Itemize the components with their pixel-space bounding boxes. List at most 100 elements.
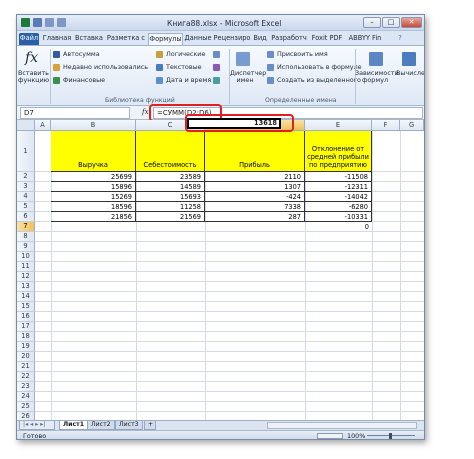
insert-sheet-icon[interactable]: + — [144, 421, 156, 430]
tab-abbyy[interactable]: ABBYY Fin — [345, 33, 385, 45]
view-buttons[interactable] — [317, 433, 343, 439]
column-header-b[interactable]: B — [51, 120, 136, 131]
tab-foxit[interactable]: Foxit PDF — [310, 33, 344, 45]
insert-function-fx-icon[interactable]: fx — [142, 108, 149, 116]
row-header-25[interactable]: 25 — [17, 402, 35, 412]
row-header-11[interactable]: 11 — [17, 262, 35, 272]
row-header-16[interactable]: 16 — [17, 312, 35, 322]
row-header-4[interactable]: 4 — [17, 192, 35, 202]
zoom-slider-thumb[interactable] — [389, 433, 392, 439]
cell-d3[interactable]: 1307 — [205, 182, 305, 192]
math-icon[interactable] — [213, 64, 220, 71]
row-header-21[interactable]: 21 — [17, 362, 35, 372]
row-header-19[interactable]: 19 — [17, 342, 35, 352]
more-functions-icon[interactable] — [213, 77, 220, 84]
logical-button[interactable]: Логические — [166, 50, 205, 58]
row-header-9[interactable]: 9 — [17, 242, 35, 252]
row-header-12[interactable]: 12 — [17, 272, 35, 282]
cell-c6[interactable]: 21569 — [136, 212, 205, 222]
tab-review[interactable]: Рецензиро — [213, 33, 251, 45]
cell-b3[interactable]: 15896 — [51, 182, 136, 192]
header-revenue[interactable]: Выручка — [51, 131, 136, 172]
cell-c3[interactable]: 14589 — [136, 182, 205, 192]
cell-e2[interactable]: -11508 — [305, 172, 372, 182]
row-header-23[interactable]: 23 — [17, 382, 35, 392]
row-header-24[interactable]: 24 — [17, 392, 35, 402]
row-header-1[interactable]: 1 — [17, 131, 35, 172]
cell-d6[interactable]: 287 — [205, 212, 305, 222]
row-header-14[interactable]: 14 — [17, 292, 35, 302]
cell-e3[interactable]: -12311 — [305, 182, 372, 192]
minimize-button[interactable]: – — [363, 17, 381, 28]
cell-d2[interactable]: 2110 — [205, 172, 305, 182]
worksheet-grid[interactable]: A B C D E F G Выручка Себестоимость Приб… — [17, 120, 424, 420]
cell-e4[interactable]: -14042 — [305, 192, 372, 202]
tab-page-layout[interactable]: Разметка с — [105, 33, 147, 45]
undo-icon[interactable] — [45, 18, 54, 27]
tab-file[interactable]: Файл — [19, 33, 39, 45]
create-from-selection-button[interactable]: Создать из выделенного — [277, 76, 361, 84]
cell-e7[interactable]: 0 — [305, 222, 372, 232]
column-header-a[interactable]: A — [35, 120, 51, 131]
sheet-tab-3[interactable]: Лист3 — [115, 421, 143, 430]
cell-e5[interactable]: -6280 — [305, 202, 372, 212]
tab-developer[interactable]: Разработч — [269, 33, 309, 45]
cell-b4[interactable]: 15269 — [51, 192, 136, 202]
column-header-f[interactable]: F — [372, 120, 400, 131]
row-header-7[interactable]: 7 — [17, 222, 35, 232]
row-header-5[interactable]: 5 — [17, 202, 35, 212]
cell-d4[interactable]: -424 — [205, 192, 305, 202]
row-header-10[interactable]: 10 — [17, 252, 35, 262]
tab-insert[interactable]: Вставка — [74, 33, 104, 45]
name-manager-button[interactable]: Диспетчер имен — [230, 70, 266, 84]
tab-view[interactable]: Вид — [252, 33, 268, 45]
text-functions-button[interactable]: Текстовые — [166, 63, 202, 71]
restore-button[interactable]: □ — [382, 17, 400, 28]
cell-e6[interactable]: -10331 — [305, 212, 372, 222]
insert-function-button[interactable]: Вставить функцию — [18, 70, 49, 84]
row-header-22[interactable]: 22 — [17, 372, 35, 382]
sheet-tab-1[interactable]: Лист1 — [59, 421, 89, 430]
column-header-g[interactable]: G — [400, 120, 424, 131]
assign-name-button[interactable]: Присвоить имя — [277, 50, 328, 58]
row-header-20[interactable]: 20 — [17, 352, 35, 362]
header-profit[interactable]: Прибыль — [205, 131, 305, 172]
tab-home[interactable]: Главная — [41, 33, 73, 45]
close-button[interactable]: ✕ — [401, 17, 422, 28]
column-header-e[interactable]: E — [305, 120, 372, 131]
row-header-8[interactable]: 8 — [17, 232, 35, 242]
datetime-button[interactable]: Дата и время — [166, 76, 211, 84]
row-header-26[interactable]: 26 — [17, 412, 35, 420]
tab-formulas[interactable]: Формулы — [148, 33, 183, 45]
excel-app-icon[interactable] — [21, 18, 30, 27]
cell-c4[interactable]: 15693 — [136, 192, 205, 202]
row-header-2[interactable]: 2 — [17, 172, 35, 182]
recent-functions-button[interactable]: Недавно использовались — [63, 63, 148, 71]
row-header-3[interactable]: 3 — [17, 182, 35, 192]
tab-data[interactable]: Данные — [184, 33, 212, 45]
cell-c5[interactable]: 11258 — [136, 202, 205, 212]
dependencies-button[interactable]: Зависимости формул — [355, 70, 399, 84]
help-icon[interactable]: ? — [395, 33, 405, 45]
name-box[interactable]: D7 — [20, 107, 130, 119]
cell-b5[interactable]: 18596 — [51, 202, 136, 212]
row-header-17[interactable]: 17 — [17, 322, 35, 332]
calculation-button[interactable]: Вычисление — [396, 70, 424, 77]
save-icon[interactable] — [33, 18, 42, 27]
header-cost[interactable]: Себестоимость — [136, 131, 205, 172]
sheet-tab-2[interactable]: Лист2 — [87, 421, 115, 430]
cell-b2[interactable]: 25699 — [51, 172, 136, 182]
header-deviation[interactable]: Отклонение от средней прибыли по предпри… — [305, 131, 372, 172]
select-all-corner[interactable] — [17, 120, 35, 131]
cell-b6[interactable]: 21856 — [51, 212, 136, 222]
cell-c2[interactable]: 23589 — [136, 172, 205, 182]
use-in-formula-button[interactable]: Использовать в формуле — [277, 63, 362, 71]
sheet-nav-arrows[interactable]: |◂ ◂ ▸ ▸| — [19, 421, 55, 430]
cell-d5[interactable]: 7338 — [205, 202, 305, 212]
financial-button[interactable]: Финансовые — [63, 76, 105, 84]
row-header-13[interactable]: 13 — [17, 282, 35, 292]
lookup-icon[interactable] — [213, 51, 220, 58]
autosum-button[interactable]: Автосумма — [63, 50, 100, 58]
redo-icon[interactable] — [57, 18, 66, 27]
row-header-6[interactable]: 6 — [17, 212, 35, 222]
